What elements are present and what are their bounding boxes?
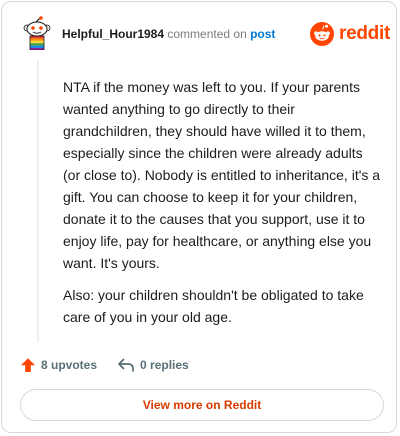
upvote-arrow-icon [21, 358, 35, 372]
comment-body: NTA if the money was left to you. If you… [63, 76, 381, 338]
post-link[interactable]: post [250, 27, 275, 41]
upvote-count: 8 upvotes [41, 358, 98, 372]
thread-line [37, 60, 39, 342]
comment-paragraph-2: Also: your children shouldn't be obligat… [63, 287, 364, 325]
reply-count: 0 replies [140, 358, 189, 372]
comment-footer: 8 upvotes 0 replies [20, 355, 189, 375]
comment-header: Helpful_Hour1984 commented on post reddi… [2, 2, 398, 66]
embedded-comment-card: Helpful_Hour1984 commented on post reddi… [1, 1, 397, 433]
reddit-wordmark: reddit [339, 23, 390, 44]
comment-paragraph-1: NTA if the money was left to you. If you… [63, 79, 381, 271]
comment-action-text: commented on [164, 27, 251, 41]
username-link[interactable]: Helpful_Hour1984 [62, 27, 164, 41]
reply-button[interactable]: 0 replies [117, 357, 189, 373]
reddit-brand-logo[interactable]: reddit [310, 21, 390, 47]
reply-arrow-icon [118, 358, 134, 372]
upvote-button[interactable]: 8 upvotes [20, 357, 97, 373]
user-avatar[interactable] [22, 16, 52, 51]
reddit-snoo-icon [310, 22, 334, 46]
snoo-avatar-icon [23, 16, 51, 51]
comment-meta: Helpful_Hour1984 commented on post [62, 27, 275, 41]
view-more-button[interactable]: View more on Reddit [20, 389, 384, 421]
